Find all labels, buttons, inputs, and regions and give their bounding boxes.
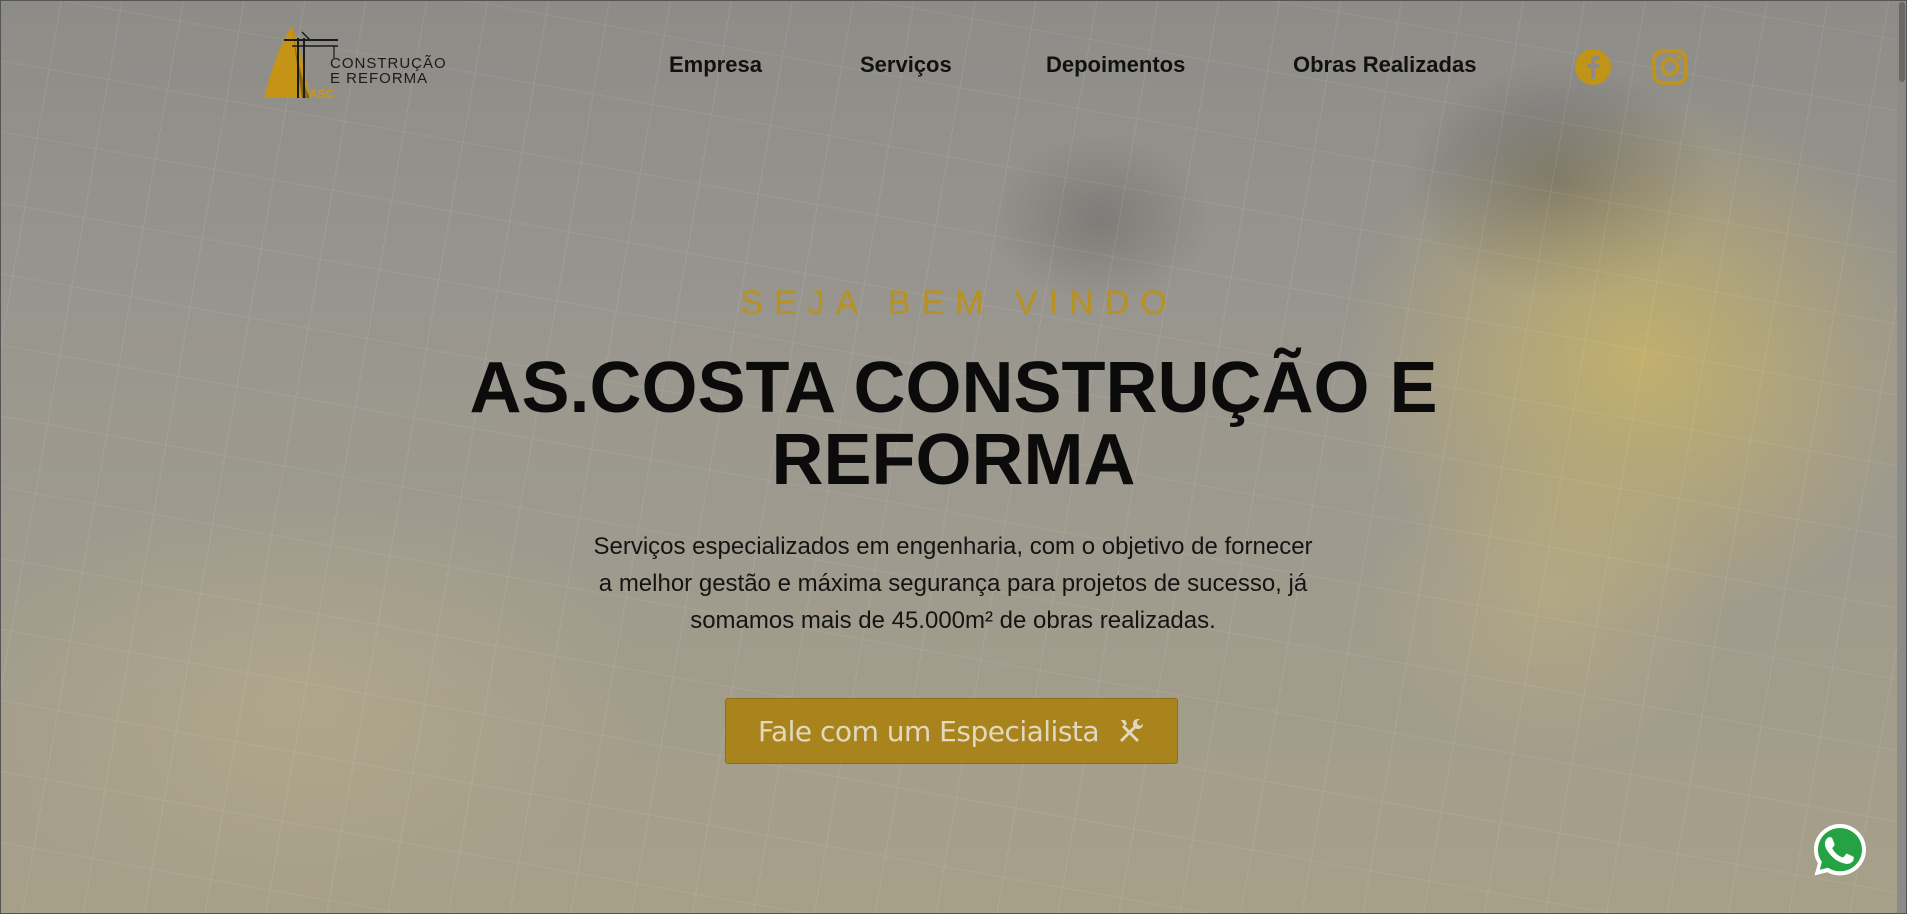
page-frame xyxy=(0,0,1907,914)
